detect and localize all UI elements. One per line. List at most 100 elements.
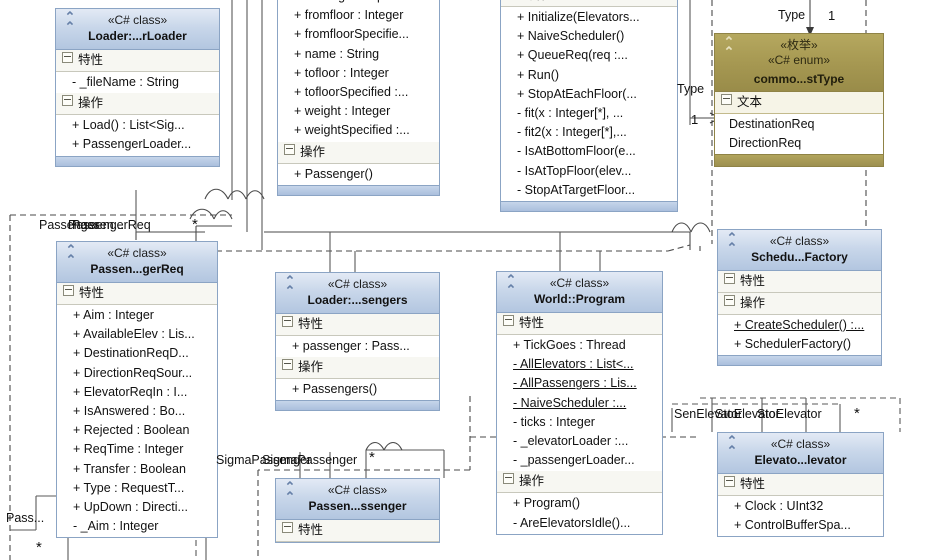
operation-item[interactable]: + Initialize(Elevators... — [503, 8, 675, 27]
operations-section-header[interactable]: 操作 — [497, 471, 662, 494]
attributes-section-header[interactable]: 特性 — [276, 520, 439, 542]
minus-box-icon[interactable] — [282, 316, 293, 327]
collapse-chevron-icon[interactable]: ⌃ ⌃ — [721, 35, 737, 58]
attribute-item[interactable]: + weight : Integer — [280, 102, 437, 121]
class-box-passenger-bottom[interactable]: ⌃ ⌃ «C# class» Passen...ssenger 特性 — [275, 478, 440, 543]
operation-item[interactable]: + NaiveScheduler() — [503, 27, 675, 46]
enum-literal[interactable]: DestinationReq — [725, 115, 881, 134]
attribute-item[interactable]: + tofloor : Integer — [280, 64, 437, 83]
class-box-passenger-top[interactable]: + comingtimeSpeci... + fromfloor : Integ… — [277, 0, 440, 196]
attribute-item[interactable]: + UpDown : Directi... — [59, 498, 215, 517]
collapse-chevron-icon[interactable]: ⌃ ⌃ — [282, 274, 298, 297]
collapse-chevron-icon[interactable]: ⌃ ⌃ — [282, 480, 298, 503]
minus-box-icon[interactable] — [62, 52, 73, 63]
attribute-item[interactable]: - _fileName : String — [58, 73, 217, 92]
operation-item[interactable]: - IsAtTopFloor(elev... — [503, 162, 675, 181]
attribute-item[interactable]: + fromfloorSpecifie... — [280, 25, 437, 44]
collapse-chevron-icon[interactable]: ⌃ ⌃ — [62, 10, 78, 33]
edge-label-type-top[interactable]: Type — [778, 8, 805, 22]
operations-section-header[interactable]: 操作 — [501, 0, 677, 7]
attributes-section-header[interactable]: 特性 — [276, 314, 439, 336]
minus-box-icon[interactable] — [724, 273, 735, 284]
edge-label-pass-bottomleft[interactable]: Pass... — [6, 511, 44, 525]
edge-label-sigmapassenger-b[interactable]: SigmaPassenger — [262, 453, 357, 467]
operations-section-header[interactable]: 操作 — [56, 93, 219, 116]
minus-box-icon[interactable] — [62, 95, 73, 107]
edge-label-passen-left[interactable]: Passen... — [72, 218, 124, 232]
enum-literal[interactable]: DirectionReq — [725, 134, 881, 153]
attribute-item[interactable]: + ReqTime : Integer — [59, 440, 215, 459]
minus-box-icon[interactable] — [63, 285, 74, 296]
attribute-item[interactable]: + AvailableElev : Lis... — [59, 325, 215, 344]
attributes-section-header[interactable]: 特性 — [497, 313, 662, 335]
operation-item[interactable]: + Program() — [499, 494, 660, 513]
attribute-item[interactable]: + ControlBufferSpa... — [720, 516, 881, 535]
attribute-item[interactable]: + Rejected : Boolean — [59, 421, 215, 440]
attributes-section-header[interactable]: 特性 — [57, 283, 217, 305]
attribute-item[interactable]: - ticks : Integer — [499, 413, 660, 432]
class-box-naive-scheduler[interactable]: 操作 + Initialize(Elevators... + NaiveSche… — [500, 0, 678, 213]
attribute-item[interactable]: + Transfer : Boolean — [59, 460, 215, 479]
minus-box-icon[interactable] — [724, 295, 735, 306]
attribute-item[interactable]: + Type : RequestT... — [59, 479, 215, 498]
minus-box-icon[interactable] — [284, 143, 295, 155]
attribute-item[interactable]: + Clock : UInt32 — [720, 497, 881, 516]
operation-item[interactable]: + PassengerLoader... — [58, 135, 217, 154]
attribute-item[interactable]: + weightSpecified :... — [280, 121, 437, 140]
operation-item[interactable]: + Load() : List<Sig... — [58, 116, 217, 135]
collapse-chevron-icon[interactable]: ⌃ ⌃ — [724, 231, 740, 254]
minus-box-icon[interactable] — [503, 473, 514, 485]
operations-section-header[interactable]: 操作 — [278, 141, 439, 164]
literals-section-header[interactable]: 文本 — [715, 92, 883, 114]
operation-item[interactable]: - fit2(x : Integer[*],... — [503, 123, 675, 142]
operation-item[interactable]: - IsAtBottomFloor(e... — [503, 142, 675, 161]
attribute-item[interactable]: - _elevatorLoader :... — [499, 432, 660, 451]
attribute-item[interactable]: + fromfloor : Integer — [280, 6, 437, 25]
attribute-item[interactable]: - AllPassengers : Lis... — [499, 374, 660, 393]
class-box-passenger-loader[interactable]: ⌃ ⌃ «C# class» Loader:...rLoader 特性 - _fi… — [55, 8, 220, 167]
collapse-chevron-icon[interactable]: ⌃ ⌃ — [724, 434, 740, 457]
attribute-item[interactable]: - AllElevators : List<... — [499, 355, 660, 374]
enum-box-request-type[interactable]: ⌃ ⌃ «枚举» «C# enum» commo...stType 文本 Dest… — [714, 33, 884, 168]
attribute-item[interactable]: + DestinationReqD... — [59, 344, 215, 363]
operation-item[interactable]: + Passengers() — [278, 380, 437, 399]
operation-item[interactable]: + SchedulerFactory() — [720, 335, 879, 354]
attribute-item[interactable]: - NaiveScheduler :... — [499, 394, 660, 413]
minus-box-icon[interactable] — [282, 522, 293, 533]
attribute-item[interactable]: + Aim : Integer — [59, 306, 215, 325]
attribute-item[interactable]: + IsAnswered : Bo... — [59, 402, 215, 421]
operation-item[interactable]: + QueueReq(req :... — [503, 46, 675, 65]
minus-box-icon[interactable] — [282, 359, 293, 371]
operation-item[interactable]: + Passenger() — [280, 165, 437, 184]
edge-label-type-mid[interactable]: Type — [677, 82, 704, 96]
attribute-item[interactable]: + TickGoes : Thread — [499, 336, 660, 355]
operation-item[interactable]: - StopAtTargetFloor... — [503, 181, 675, 200]
operations-section-header[interactable]: 操作 — [276, 357, 439, 380]
collapse-chevron-icon[interactable]: ⌃ ⌃ — [63, 243, 79, 266]
attributes-section-header[interactable]: 特性 — [718, 474, 883, 496]
operation-item[interactable]: + CreateScheduler() :... — [720, 316, 879, 335]
class-box-world-program[interactable]: ⌃ ⌃ «C# class» World::Program 特性 + TickGo… — [496, 271, 663, 535]
class-box-elevator[interactable]: ⌃ ⌃ «C# class» Elevato...levator 特性 + Clo… — [717, 432, 884, 538]
minus-box-icon[interactable] — [503, 315, 514, 326]
class-box-scheduler-factory[interactable]: ⌃ ⌃ «C# class» Schedu...Factory 特性 操作 + C… — [717, 229, 882, 367]
operation-item[interactable]: + Run() — [503, 66, 675, 85]
operations-section-header[interactable]: 操作 — [718, 293, 881, 315]
attribute-item[interactable]: - _passengerLoader... — [499, 451, 660, 470]
collapse-chevron-icon[interactable]: ⌃ ⌃ — [503, 273, 519, 296]
class-box-passenger-req[interactable]: ⌃ ⌃ «C# class» Passen...gerReq 特性 + Aim :… — [56, 241, 218, 539]
operation-item[interactable]: - fit(x : Integer[*], ... — [503, 104, 675, 123]
attribute-item[interactable]: + passenger : Pass... — [278, 337, 437, 356]
attributes-section-header[interactable]: 特性 — [56, 50, 219, 72]
attributes-section-header[interactable]: 特性 — [718, 271, 881, 293]
class-box-passengers-loader[interactable]: ⌃ ⌃ «C# class» Loader:...sengers 特性 + pas… — [275, 272, 440, 412]
operation-item[interactable]: - AreElevatorsIdle()... — [499, 514, 660, 533]
edge-label-stoelevator-b[interactable]: StoElevator — [757, 407, 822, 421]
attribute-item[interactable]: - _Aim : Integer — [59, 517, 215, 536]
attribute-item[interactable]: + tofloorSpecified :... — [280, 83, 437, 102]
attribute-item[interactable]: + ElevatorReqIn : I... — [59, 383, 215, 402]
attribute-item[interactable]: + DirectionReqSour... — [59, 364, 215, 383]
operation-item[interactable]: + StopAtEachFloor(... — [503, 85, 675, 104]
attribute-item[interactable]: + name : String — [280, 45, 437, 64]
minus-box-icon[interactable] — [721, 94, 732, 105]
